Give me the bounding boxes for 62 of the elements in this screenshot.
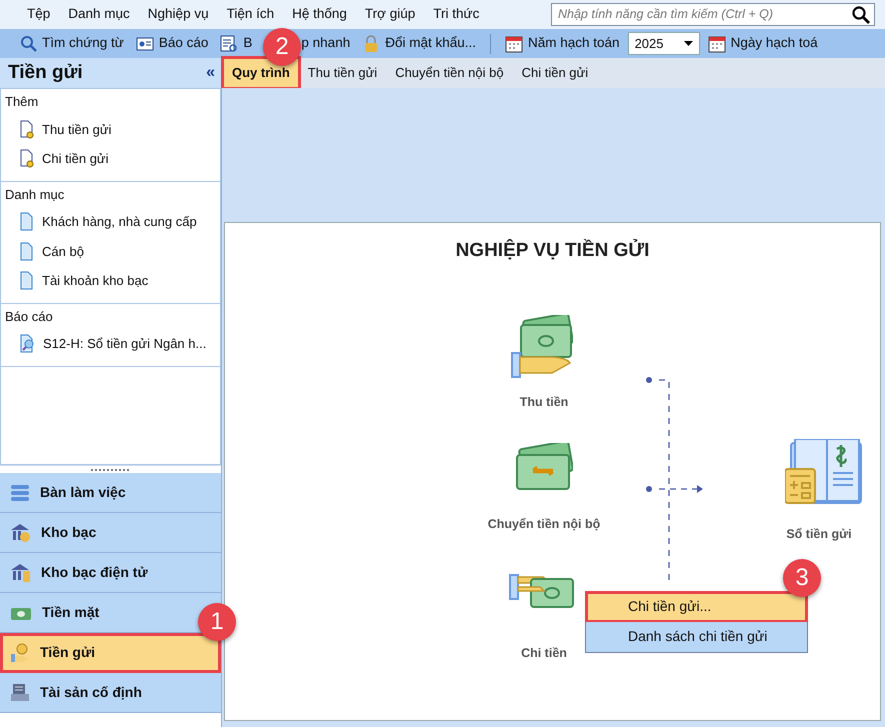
module-button[interactable]: Kho bạc	[0, 513, 221, 553]
search-icon	[20, 35, 37, 52]
toolbar-button[interactable]: Báo cáo	[132, 33, 212, 54]
module-button[interactable]: Kho bạc điện tử	[0, 553, 221, 593]
section-title: Thêm	[4, 93, 40, 111]
caret-icon	[684, 41, 693, 46]
search-field[interactable]: Nhập tính năng cần tìm kiếm (Ctrl + Q)	[551, 3, 875, 26]
menu-item[interactable]: Hệ thống	[283, 4, 356, 25]
search-icon	[852, 6, 870, 24]
hand-cash-icon	[509, 573, 575, 609]
toolbar-button[interactable]: Ngày hạch toá	[704, 33, 822, 54]
tree-item[interactable]: Khách hàng, nhà cung cấp	[1, 208, 220, 238]
section-title: Danh mục	[4, 186, 66, 204]
module-button[interactable]: Tiền gửi	[0, 633, 221, 673]
new-document-icon	[19, 120, 34, 139]
tab[interactable]: Thu tiền gửi	[300, 59, 386, 87]
report-icon	[136, 34, 154, 52]
diagram-title: NGHIỆP VỤ TIỀN GỬI	[454, 238, 650, 263]
new-document-icon	[19, 149, 34, 168]
collapse-button[interactable]: «	[206, 61, 215, 85]
bank-icon	[10, 522, 31, 542]
tree-item[interactable]: Thu tiền gửi	[1, 116, 220, 145]
menu-item[interactable]: Chi tiền gửi...	[586, 592, 807, 622]
tree-item[interactable]: Tài khoản kho bạc	[1, 267, 220, 296]
report-icon	[19, 334, 35, 354]
node-label: Chuyển tiền nội bộ	[488, 516, 600, 533]
menu-item[interactable]: Trợ giúp	[356, 4, 424, 25]
document-icon	[19, 242, 34, 261]
document-icon	[19, 212, 34, 232]
tree-item[interactable]: S12-H: Sổ tiền gửi Ngân h...	[1, 330, 220, 360]
ledger-calculator-icon	[785, 439, 863, 505]
hand-coin-icon	[10, 642, 30, 662]
toolbar-button[interactable]: Tìm chứng từ	[16, 33, 128, 54]
transfer-cash-icon	[515, 443, 573, 491]
list-icon	[10, 482, 30, 502]
section-title: Báo cáo	[4, 308, 54, 326]
document-icon	[19, 271, 34, 290]
menu-item[interactable]: Danh mục	[59, 4, 139, 25]
menu-item[interactable]: Tệp	[18, 4, 60, 25]
tab[interactable]: Quy trình	[224, 59, 298, 87]
module-button[interactable]: Tài sản cố định	[0, 673, 221, 713]
panel-title: Tiền gửi	[8, 60, 83, 85]
bank-icon	[10, 562, 31, 582]
module-button[interactable]: Bàn làm việc	[0, 473, 221, 513]
year-dropdown[interactable]: 2025	[628, 32, 700, 55]
tab[interactable]: Chuyển tiền nội bộ	[387, 59, 512, 87]
hand-cash-icon	[511, 315, 573, 379]
menu-item[interactable]: Tiện ích	[218, 4, 284, 25]
tree-item[interactable]: Cán bộ	[1, 238, 220, 267]
menu-item[interactable]: Tri thức	[424, 4, 488, 25]
toolbar-button[interactable]: Đổi mật khẩu...	[358, 33, 480, 54]
equipment-icon	[10, 682, 30, 702]
calendar-icon	[505, 34, 524, 52]
document-icon	[220, 34, 238, 52]
node-label: Thu tiền	[520, 394, 568, 411]
node-label: Chi tiền	[521, 645, 567, 662]
node-label: Sổ tiền gửi	[786, 526, 852, 543]
tree-item[interactable]: Chi tiền gửi	[1, 145, 220, 174]
calendar-icon	[708, 34, 726, 52]
menu-item[interactable]: Nghiệp vụ	[138, 4, 218, 25]
tab[interactable]: Chi tiền gửi	[514, 59, 596, 87]
toolbar-button[interactable]: Năm hạch toán	[501, 33, 624, 54]
